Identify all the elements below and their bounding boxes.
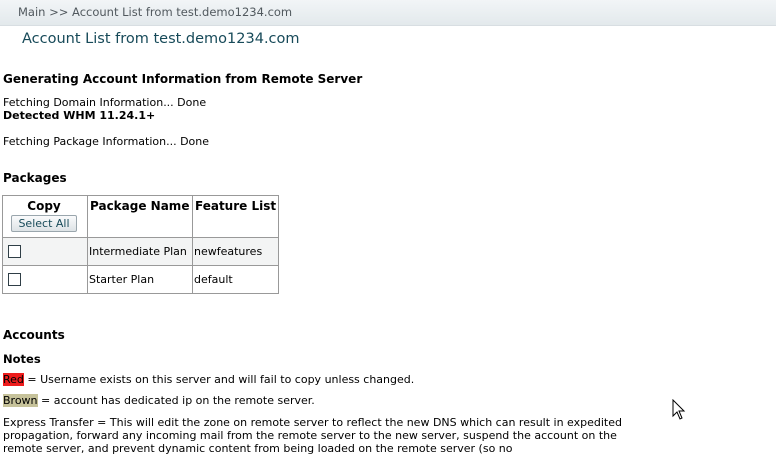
feature-list-cell: newfeatures: [191, 237, 280, 266]
breadcrumb-bar: Main >> Account List from test.demo1234.…: [0, 0, 776, 26]
whm-detected: Detected WHM 11.24.1+: [3, 109, 156, 122]
red-tag: Red: [3, 373, 24, 386]
brown-tag: Brown: [3, 394, 38, 407]
copy-checkbox[interactable]: [8, 273, 21, 287]
package-name-cell: Starter Plan: [87, 265, 193, 294]
express-transfer-note: Express Transfer = This will edit the zo…: [3, 416, 622, 455]
copy-cell: [2, 237, 88, 266]
copy-cell: [2, 265, 88, 294]
package-name-header: Package Name: [87, 195, 193, 238]
notes-heading: Notes: [3, 352, 41, 366]
copy-column-header: Copy Select All: [2, 195, 88, 238]
domain-status: Fetching Domain Information... Done: [3, 96, 207, 109]
red-note-text: = Username exists on this server and wil…: [23, 373, 415, 386]
generating-heading: Generating Account Information from Remo…: [3, 72, 363, 86]
copy-header-label: Copy: [27, 199, 61, 213]
feature-list-header: Feature List: [191, 195, 280, 238]
select-all-button[interactable]: Select All: [11, 215, 77, 232]
breadcrumb[interactable]: Main >> Account List from test.demo1234.…: [18, 5, 292, 19]
mouse-pointer-icon: [672, 399, 686, 420]
packages-heading: Packages: [3, 171, 67, 185]
package-name-cell: Intermediate Plan: [87, 237, 193, 266]
brown-note: Brown = account has dedicated ip on the …: [3, 394, 315, 407]
feature-list-cell: default: [191, 265, 280, 294]
copy-checkbox[interactable]: [8, 245, 21, 259]
red-note: Red = Username exists on this server and…: [3, 373, 414, 386]
package-status: Fetching Package Information... Done: [3, 135, 210, 148]
brown-note-text: = account has dedicated ip on the remote…: [37, 394, 315, 407]
table-row: Intermediate Plan newfeatures: [2, 237, 280, 266]
packages-table: Copy Select All Package Name Feature Lis…: [2, 195, 280, 294]
page-title: Account List from test.demo1234.com: [22, 31, 300, 47]
table-row: Starter Plan default: [2, 265, 280, 294]
accounts-heading: Accounts: [3, 328, 65, 342]
